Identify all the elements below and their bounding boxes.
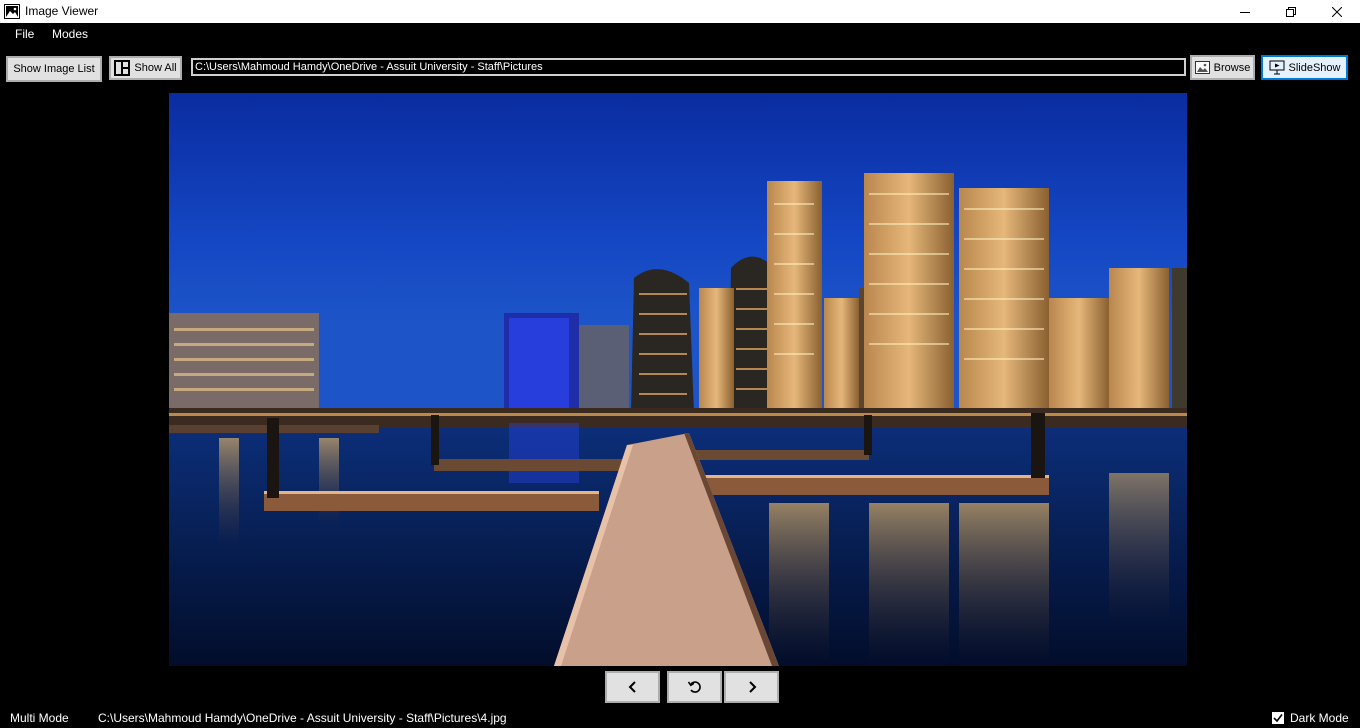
slideshow-button[interactable]: SlideShow (1261, 55, 1348, 80)
restore-icon (1286, 6, 1296, 17)
menu-file[interactable]: File (15, 27, 34, 41)
grid-layout-icon (114, 60, 131, 76)
minimize-button[interactable] (1222, 0, 1268, 23)
window-title: Image Viewer (25, 4, 99, 18)
close-icon (1332, 6, 1342, 17)
rotate-icon (687, 681, 701, 693)
picture-icon (1194, 61, 1210, 74)
chevron-right-icon (748, 681, 756, 693)
current-file-path: C:\Users\Mahmoud Hamdy\OneDrive - Assuit… (98, 711, 507, 725)
previous-image-button[interactable] (605, 671, 660, 703)
menu-modes[interactable]: Modes (52, 27, 88, 41)
title-bar[interactable]: Image Viewer (0, 0, 1360, 23)
presentation-icon (1269, 60, 1284, 75)
close-button[interactable] (1314, 0, 1360, 23)
show-image-list-label: Show Image List (13, 63, 95, 75)
next-image-button[interactable] (724, 671, 779, 703)
city-skyline-image (169, 93, 1187, 666)
show-all-label: Show All (134, 62, 177, 74)
folder-path-input[interactable]: C:\Users\Mahmoud Hamdy\OneDrive - Assuit… (191, 58, 1186, 76)
browse-label: Browse (1213, 61, 1251, 74)
app-image-icon (4, 4, 20, 19)
image-viewer-window: Image Viewer File Modes Show Image List (0, 0, 1360, 728)
minimize-icon (1240, 11, 1250, 13)
main-image (169, 93, 1187, 666)
restore-button[interactable] (1268, 0, 1314, 23)
mode-status: Multi Mode (10, 711, 69, 725)
dark-mode-checkbox[interactable]: Dark Mode (1272, 711, 1349, 725)
slideshow-label: SlideShow (1288, 61, 1341, 74)
chevron-left-icon (628, 681, 636, 693)
show-image-list-button[interactable]: Show Image List (6, 56, 102, 82)
checkbox-checked-icon (1272, 712, 1284, 724)
browse-button[interactable]: Browse (1190, 55, 1255, 80)
rotate-image-button[interactable] (667, 671, 722, 703)
menu-bar: File Modes (0, 23, 1360, 45)
dark-mode-label: Dark Mode (1290, 711, 1349, 725)
show-all-button[interactable]: Show All (109, 56, 182, 80)
